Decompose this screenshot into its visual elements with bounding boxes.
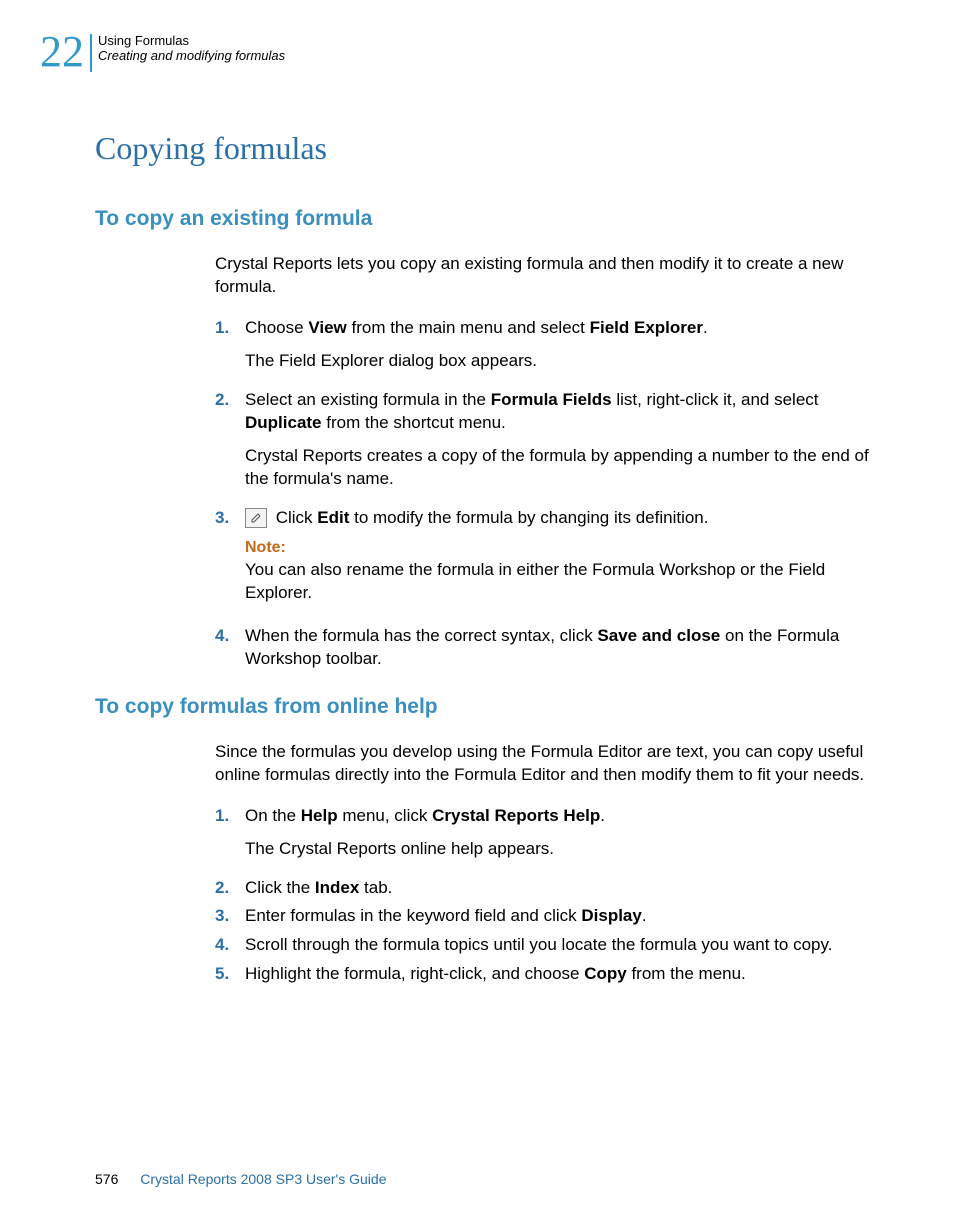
step-body: Click Edit to modify the formula by chan… <box>245 507 884 619</box>
page-title: Copying formulas <box>95 130 884 167</box>
section1-intro: Crystal Reports lets you copy an existin… <box>215 253 884 299</box>
step-number: 2. <box>215 877 245 900</box>
step-number: 4. <box>215 934 245 957</box>
list-item: 2. Click the Index tab. <box>215 877 884 900</box>
list-item: 5. Highlight the formula, right-click, a… <box>215 963 884 986</box>
header-divider <box>90 34 92 72</box>
chapter-number: 22 <box>40 30 84 74</box>
list-item: 1. On the Help menu, click Crystal Repor… <box>215 805 884 828</box>
section2-body: Since the formulas you develop using the… <box>215 741 884 987</box>
edit-icon <box>245 508 267 528</box>
section1-body: Crystal Reports lets you copy an existin… <box>215 253 884 671</box>
step-body: Enter formulas in the keyword field and … <box>245 905 884 928</box>
page-footer: 576 Crystal Reports 2008 SP3 User's Guid… <box>95 1171 386 1187</box>
step-body: Highlight the formula, right-click, and … <box>245 963 884 986</box>
step-body: When the formula has the correct syntax,… <box>245 625 884 671</box>
step-body: Click the Index tab. <box>245 877 884 900</box>
step-body: Select an existing formula in the Formul… <box>245 389 884 435</box>
step-result: The Field Explorer dialog box appears. <box>245 350 884 373</box>
list-item: 4. When the formula has the correct synt… <box>215 625 884 671</box>
header-text-block: Using Formulas Creating and modifying fo… <box>98 30 285 63</box>
section-heading: To copy an existing formula <box>95 207 884 231</box>
footer-title: Crystal Reports 2008 SP3 User's Guide <box>140 1171 386 1187</box>
list-item: 4. Scroll through the formula topics unt… <box>215 934 884 957</box>
step-number: 3. <box>215 507 245 619</box>
header-title: Using Formulas <box>98 33 285 48</box>
step-number: 5. <box>215 963 245 986</box>
page-content: Copying formulas To copy an existing for… <box>95 130 884 992</box>
step-body: Scroll through the formula topics until … <box>245 934 884 957</box>
step-number: 3. <box>215 905 245 928</box>
step-result: The Crystal Reports online help appears. <box>245 838 884 861</box>
section2-intro: Since the formulas you develop using the… <box>215 741 884 787</box>
section-heading: To copy formulas from online help <box>95 695 884 719</box>
page-header: 22 Using Formulas Creating and modifying… <box>40 30 285 76</box>
step-number: 1. <box>215 805 245 828</box>
step-body: On the Help menu, click Crystal Reports … <box>245 805 884 828</box>
note-text: You can also rename the formula in eithe… <box>245 559 884 605</box>
list-item: 2. Select an existing formula in the For… <box>215 389 884 435</box>
page-number: 576 <box>95 1171 118 1187</box>
header-subtitle: Creating and modifying formulas <box>98 48 285 63</box>
step-number: 2. <box>215 389 245 435</box>
step-number: 4. <box>215 625 245 671</box>
step-number: 1. <box>215 317 245 340</box>
list-item: 1. Choose View from the main menu and se… <box>215 317 884 340</box>
note-label: Note: <box>245 537 884 559</box>
step-result: Crystal Reports creates a copy of the fo… <box>245 445 884 491</box>
list-item: 3. Click Edit to modify the formula by c… <box>215 507 884 619</box>
list-item: 3. Enter formulas in the keyword field a… <box>215 905 884 928</box>
step-body: Choose View from the main menu and selec… <box>245 317 884 340</box>
